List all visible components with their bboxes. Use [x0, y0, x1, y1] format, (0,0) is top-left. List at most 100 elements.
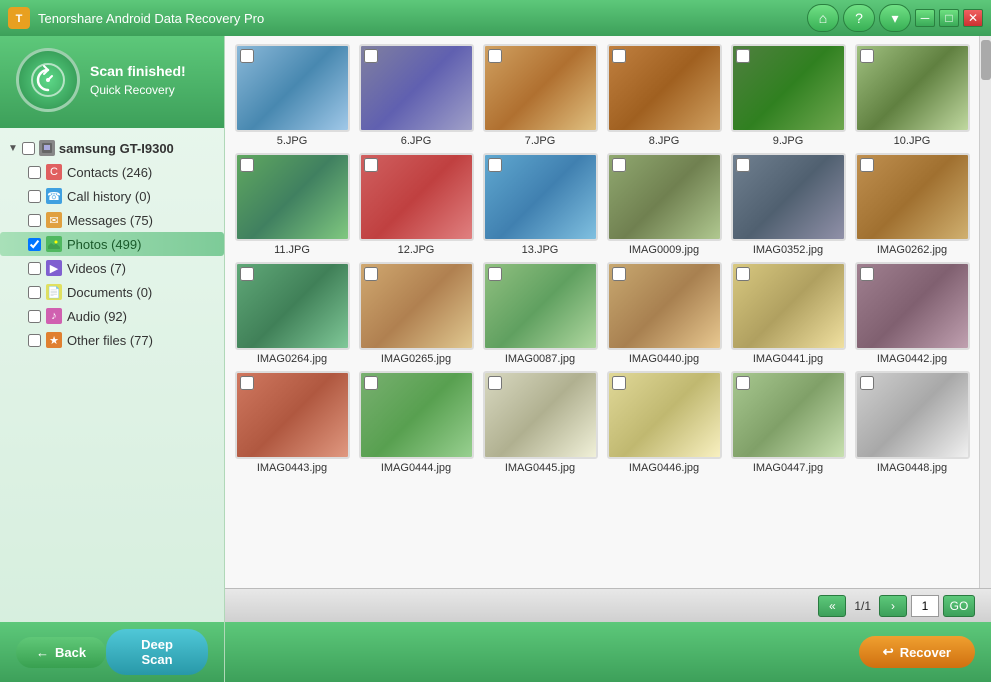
other-checkbox[interactable] — [28, 334, 41, 347]
photo-thumbnail[interactable] — [235, 262, 350, 350]
photo-cell[interactable]: 8.JPG — [605, 44, 723, 147]
photo-cell[interactable]: 7.JPG — [481, 44, 599, 147]
photo-thumbnail[interactable] — [359, 44, 474, 132]
photo-checkbox[interactable] — [860, 158, 874, 172]
photo-cell[interactable]: 9.JPG — [729, 44, 847, 147]
photo-checkbox[interactable] — [612, 267, 626, 281]
photo-thumbnail[interactable] — [359, 371, 474, 459]
scrollbar-track[interactable] — [979, 36, 991, 588]
photo-checkbox[interactable] — [364, 376, 378, 390]
photo-cell[interactable]: IMAG0440.jpg — [605, 262, 723, 365]
next-page-button[interactable]: › — [879, 595, 907, 617]
photo-thumbnail[interactable] — [359, 153, 474, 241]
scrollbar-thumb[interactable] — [981, 40, 991, 80]
photo-thumbnail[interactable] — [855, 371, 970, 459]
photo-thumbnail[interactable] — [235, 44, 350, 132]
contacts-checkbox[interactable] — [28, 166, 41, 179]
call-checkbox[interactable] — [28, 190, 41, 203]
photo-checkbox[interactable] — [364, 267, 378, 281]
photo-thumbnail[interactable] — [607, 153, 722, 241]
photo-cell[interactable]: 6.JPG — [357, 44, 475, 147]
page-number-input[interactable] — [911, 595, 939, 617]
photo-thumbnail[interactable] — [359, 262, 474, 350]
help-button[interactable]: ? — [843, 4, 875, 32]
photos-checkbox[interactable] — [28, 238, 41, 251]
device-checkbox[interactable] — [22, 142, 35, 155]
sidebar-item-audio[interactable]: ♪ Audio (92) — [0, 304, 224, 328]
photo-cell[interactable]: IMAG0352.jpg — [729, 153, 847, 256]
photo-cell[interactable]: IMAG0448.jpg — [853, 371, 971, 474]
sidebar-item-documents[interactable]: 📄 Documents (0) — [0, 280, 224, 304]
photo-thumbnail[interactable] — [855, 44, 970, 132]
photo-checkbox[interactable] — [612, 158, 626, 172]
close-button[interactable]: ✕ — [963, 9, 983, 27]
photo-cell[interactable]: 12.JPG — [357, 153, 475, 256]
dropdown-button[interactable]: ▾ — [879, 4, 911, 32]
home-button[interactable]: ⌂ — [807, 4, 839, 32]
photo-cell[interactable]: IMAG0444.jpg — [357, 371, 475, 474]
go-button[interactable]: GO — [943, 595, 975, 617]
photo-checkbox[interactable] — [736, 267, 750, 281]
photo-checkbox[interactable] — [612, 376, 626, 390]
photo-thumbnail[interactable] — [483, 262, 598, 350]
photo-cell[interactable]: IMAG0009.jpg — [605, 153, 723, 256]
photo-thumbnail[interactable] — [607, 262, 722, 350]
photo-cell[interactable]: IMAG0087.jpg — [481, 262, 599, 365]
photo-thumbnail[interactable] — [235, 153, 350, 241]
sidebar-item-contacts[interactable]: C Contacts (246) — [0, 160, 224, 184]
photo-cell[interactable]: IMAG0265.jpg — [357, 262, 475, 365]
photo-thumbnail[interactable] — [483, 371, 598, 459]
maximize-button[interactable]: □ — [939, 9, 959, 27]
photo-checkbox[interactable] — [364, 158, 378, 172]
photo-cell[interactable]: IMAG0446.jpg — [605, 371, 723, 474]
photo-checkbox[interactable] — [860, 376, 874, 390]
sidebar-item-videos[interactable]: ▶ Videos (7) — [0, 256, 224, 280]
photo-cell[interactable]: IMAG0262.jpg — [853, 153, 971, 256]
minimize-button[interactable]: ─ — [915, 9, 935, 27]
photo-thumbnail[interactable] — [731, 371, 846, 459]
photo-checkbox[interactable] — [488, 376, 502, 390]
photo-cell[interactable]: 10.JPG — [853, 44, 971, 147]
photo-thumbnail[interactable] — [855, 153, 970, 241]
photo-checkbox[interactable] — [736, 376, 750, 390]
photo-checkbox[interactable] — [488, 267, 502, 281]
photo-checkbox[interactable] — [240, 158, 254, 172]
back-button[interactable]: ← Back — [16, 637, 106, 668]
photo-checkbox[interactable] — [612, 49, 626, 63]
documents-checkbox[interactable] — [28, 286, 41, 299]
sidebar-item-photos[interactable]: Photos (499) — [0, 232, 224, 256]
sidebar-item-call-history[interactable]: ☎ Call history (0) — [0, 184, 224, 208]
photo-checkbox[interactable] — [240, 267, 254, 281]
audio-checkbox[interactable] — [28, 310, 41, 323]
photo-thumbnail[interactable] — [731, 44, 846, 132]
photo-cell[interactable]: 13.JPG — [481, 153, 599, 256]
photo-cell[interactable]: 11.JPG — [233, 153, 351, 256]
photo-checkbox[interactable] — [736, 49, 750, 63]
photo-checkbox[interactable] — [488, 158, 502, 172]
deep-scan-button[interactable]: Deep Scan — [106, 629, 208, 675]
photo-cell[interactable]: IMAG0442.jpg — [853, 262, 971, 365]
messages-checkbox[interactable] — [28, 214, 41, 227]
sidebar-item-messages[interactable]: ✉ Messages (75) — [0, 208, 224, 232]
photo-thumbnail[interactable] — [607, 371, 722, 459]
photo-thumbnail[interactable] — [607, 44, 722, 132]
sidebar-item-other[interactable]: ★ Other files (77) — [0, 328, 224, 352]
videos-checkbox[interactable] — [28, 262, 41, 275]
photo-checkbox[interactable] — [736, 158, 750, 172]
photo-cell[interactable]: IMAG0447.jpg — [729, 371, 847, 474]
photo-cell[interactable]: IMAG0443.jpg — [233, 371, 351, 474]
photo-thumbnail[interactable] — [855, 262, 970, 350]
first-page-button[interactable]: « — [818, 595, 846, 617]
photo-checkbox[interactable] — [364, 49, 378, 63]
photo-checkbox[interactable] — [860, 267, 874, 281]
photo-cell[interactable]: 5.JPG — [233, 44, 351, 147]
photo-thumbnail[interactable] — [483, 153, 598, 241]
recover-button[interactable]: ↩ Recover — [859, 636, 975, 668]
photo-cell[interactable]: IMAG0264.jpg — [233, 262, 351, 365]
photo-thumbnail[interactable] — [731, 262, 846, 350]
photo-thumbnail[interactable] — [483, 44, 598, 132]
photo-checkbox[interactable] — [240, 49, 254, 63]
photo-cell[interactable]: IMAG0441.jpg — [729, 262, 847, 365]
photo-thumbnail[interactable] — [235, 371, 350, 459]
photo-checkbox[interactable] — [240, 376, 254, 390]
